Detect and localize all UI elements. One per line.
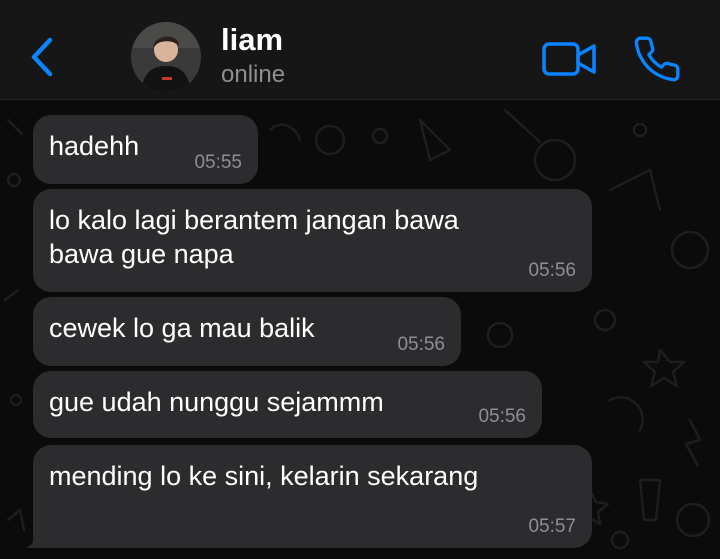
chevron-left-icon xyxy=(31,37,53,77)
phone-icon xyxy=(634,36,680,82)
message-text: cewek lo ga mau balik xyxy=(49,313,315,343)
message-timestamp: 05:56 xyxy=(528,260,576,281)
video-call-button[interactable] xyxy=(540,38,600,80)
message-bubble[interactable]: cewek lo ga mau balik 05:56 xyxy=(33,297,461,366)
voice-call-button[interactable] xyxy=(632,34,682,84)
chat-header: liam online xyxy=(0,0,720,100)
contact-name[interactable]: liam xyxy=(221,24,283,55)
message-timestamp: 05:57 xyxy=(528,516,576,537)
bubble-tail xyxy=(25,524,49,548)
message-timestamp: 05:56 xyxy=(397,334,445,355)
back-button[interactable] xyxy=(22,36,62,80)
message-text: gue udah nunggu sejammm xyxy=(49,387,384,417)
message-bubble[interactable]: hadehh 05:55 xyxy=(33,115,258,184)
contact-status: online xyxy=(221,61,286,88)
message-bubble[interactable]: lo kalo lagi berantem jangan bawa bawa g… xyxy=(33,189,592,292)
chat-messages-area[interactable]: hadehh 05:55 lo kalo lagi berantem janga… xyxy=(0,100,720,559)
message-timestamp: 05:56 xyxy=(478,406,526,427)
message-text: lo kalo lagi berantem jangan bawa bawa g… xyxy=(49,205,459,269)
message-timestamp: 05:55 xyxy=(194,152,242,173)
message-text: mending lo ke sini, kelarin sekarang xyxy=(49,461,479,491)
video-camera-icon xyxy=(542,42,596,76)
message-text: hadehh xyxy=(49,131,140,161)
contact-avatar[interactable] xyxy=(131,22,201,92)
message-bubble[interactable]: mending lo ke sini, kelarin sekarang 05:… xyxy=(25,445,592,548)
avatar-photo xyxy=(131,22,201,92)
message-bubble[interactable]: gue udah nunggu sejammm 05:56 xyxy=(33,371,542,438)
